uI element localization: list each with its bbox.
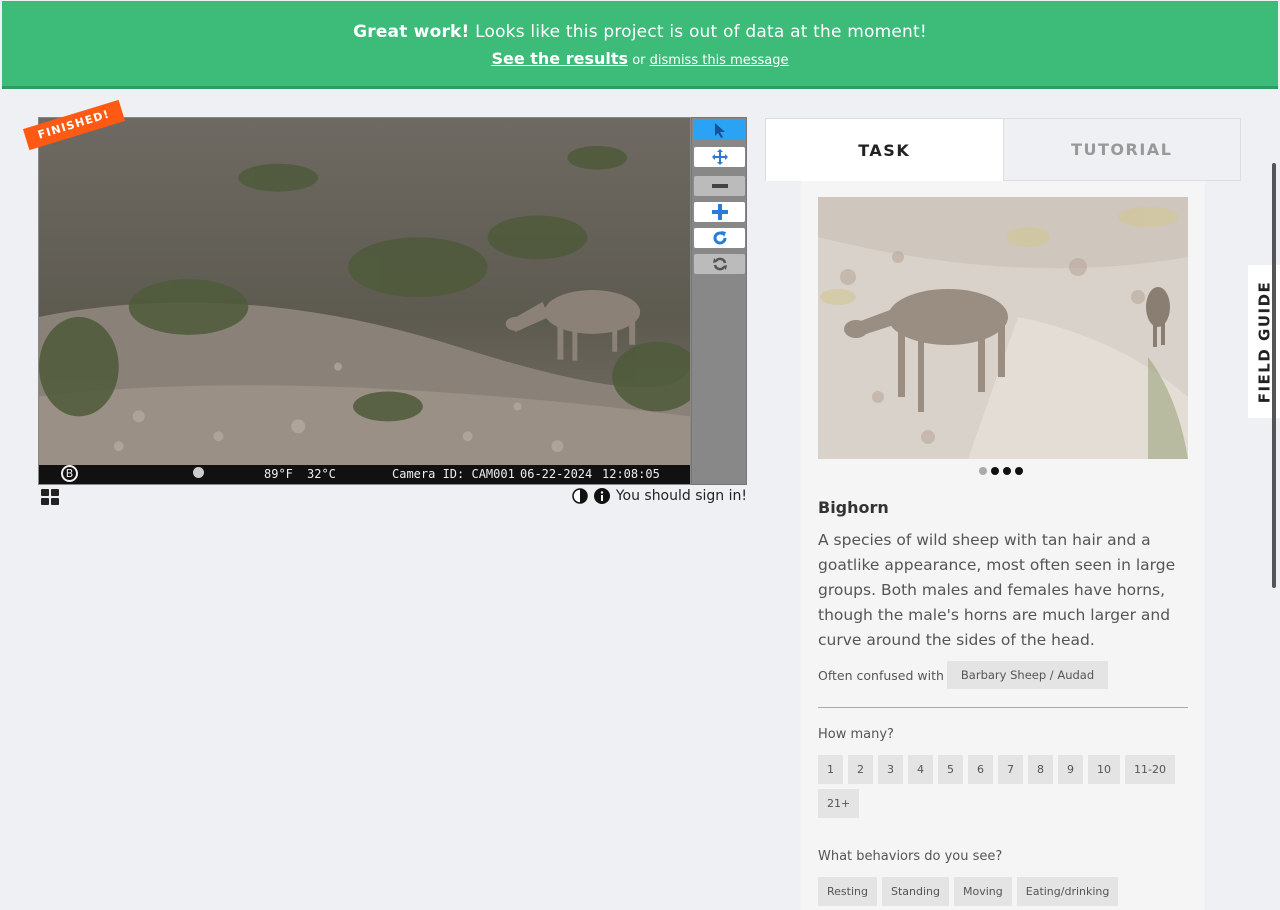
behavior-options: Resting Standing Moving Eating/drinking [818, 877, 1188, 906]
task-tabs: TASK TUTORIAL [765, 118, 1241, 181]
move-tool-button[interactable] [694, 147, 745, 167]
species-description: A species of wild sheep with tan hair an… [818, 531, 1176, 649]
temperature-c: 32°C [307, 467, 336, 481]
count-button[interactable]: 6 [968, 755, 993, 784]
carousel-dot[interactable] [991, 467, 999, 475]
capture-date: 06-22-2024 [520, 467, 593, 481]
carousel-dot[interactable] [979, 467, 987, 475]
see-results-link[interactable]: See the results [491, 49, 628, 68]
camera-info-bar: B 89°F 32°C Camera ID: CAM001 06-22-2024… [39, 465, 690, 484]
rotate-icon [713, 231, 726, 245]
count-button[interactable]: 9 [1058, 755, 1083, 784]
notification-banner: Great work! Looks like this project is o… [2, 1, 1278, 89]
species-name: Bighorn [818, 498, 889, 517]
behavior-button[interactable]: Moving [954, 877, 1012, 906]
how-many-label: How many? [818, 727, 894, 742]
move-icon [711, 149, 728, 165]
field-guide-label: FIELD GUIDE [1255, 280, 1274, 403]
count-button[interactable]: 7 [998, 755, 1023, 784]
species-detail: Bighorn A species of wild sheep with tan… [801, 181, 1205, 910]
count-button[interactable]: 2 [848, 755, 873, 784]
viewer-footer: You should sign in! [40, 488, 747, 510]
image-carousel-dots [979, 467, 1023, 475]
temperature-f: 89°F [264, 467, 293, 481]
subject-viewer[interactable]: B 89°F 32°C Camera ID: CAM001 06-22-2024… [38, 117, 691, 485]
zoom-in-icon [711, 204, 728, 220]
confused-species-button[interactable]: Barbary Sheep / Audad [946, 661, 1109, 689]
image-toolbar [691, 117, 747, 485]
sign-in-message: You should sign in! [615, 488, 747, 504]
grid-view-icon[interactable] [41, 489, 59, 505]
contrast-icon[interactable] [572, 488, 588, 504]
count-button[interactable]: 11-20 [1125, 755, 1175, 784]
count-button[interactable]: 21+ [818, 789, 860, 818]
confused-with-label: Often confused with [818, 667, 944, 683]
rotate-button[interactable] [694, 228, 745, 248]
pointer-icon [714, 123, 725, 138]
species-example-image [818, 197, 1188, 459]
count-button[interactable]: 5 [938, 755, 963, 784]
carousel-dot[interactable] [1003, 467, 1011, 475]
count-button[interactable]: 4 [908, 755, 933, 784]
behavior-button[interactable]: Eating/drinking [1016, 877, 1119, 906]
pointer-tool-button[interactable] [694, 120, 745, 140]
divider [818, 707, 1188, 708]
behavior-button[interactable]: Standing [881, 877, 949, 906]
zoom-out-button[interactable] [694, 176, 745, 196]
count-button[interactable]: 8 [1028, 755, 1053, 784]
how-many-options: 1 2 3 4 5 6 7 8 9 10 11-20 21+ [818, 755, 1188, 818]
confused-with: Often confused with Barbary Sheep / Auda… [818, 661, 1109, 689]
capture-time: 12:08:05 [602, 467, 660, 481]
tab-tutorial[interactable]: TUTORIAL [1002, 118, 1241, 181]
behavior-button[interactable]: Resting [818, 877, 877, 906]
camera-brand-logo: B [61, 465, 78, 482]
reset-button[interactable] [694, 254, 745, 274]
behaviors-label: What behaviors do you see? [818, 849, 1003, 864]
banner-or: or [632, 53, 646, 68]
count-button[interactable]: 10 [1088, 755, 1120, 784]
task-panel: TASK TUTORIAL Bighorn A species of wild … [765, 118, 1241, 910]
zoom-out-icon [711, 184, 728, 188]
reset-icon [712, 257, 727, 271]
subject-image[interactable] [39, 118, 690, 484]
count-button[interactable]: 1 [818, 755, 843, 784]
count-button[interactable]: 3 [878, 755, 903, 784]
banner-bold: Great work! [353, 22, 470, 42]
info-icon[interactable] [593, 488, 610, 504]
banner-message: Great work! Looks like this project is o… [2, 1, 1278, 42]
moon-phase-icon [193, 467, 204, 481]
dismiss-link[interactable]: dismiss this message [650, 53, 789, 68]
zoom-in-button[interactable] [694, 202, 745, 222]
banner-text: Looks like this project is out of data a… [469, 22, 927, 42]
carousel-dot[interactable] [1015, 467, 1023, 475]
camera-id: Camera ID: CAM001 [392, 467, 515, 481]
scrollbar[interactable] [1272, 163, 1276, 588]
tab-task[interactable]: TASK [765, 118, 1003, 181]
